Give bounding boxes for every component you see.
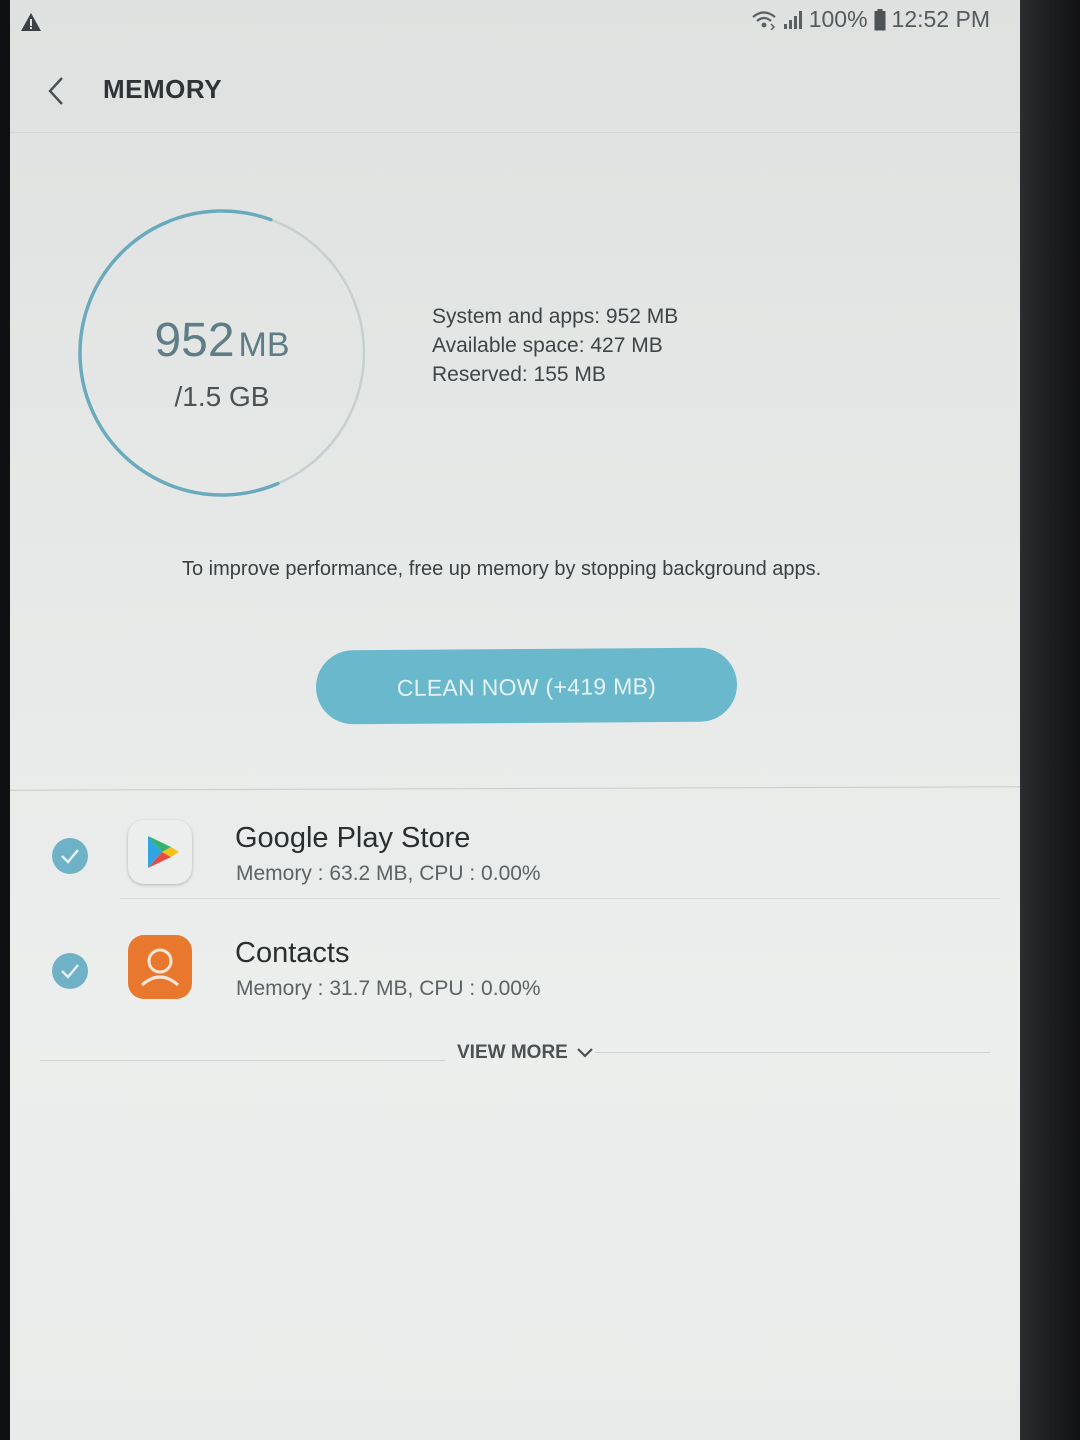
app-name: Contacts — [235, 937, 350, 969]
battery-icon — [874, 8, 886, 31]
app-usage: Memory : 31.7 MB, CPU : 0.00% — [236, 977, 541, 1000]
gauge-total: /1.5 GB — [174, 381, 270, 412]
view-more-button[interactable]: VIEW MORE — [457, 1042, 594, 1064]
warning-triangle-icon — [20, 12, 42, 32]
battery-percent: 100% — [808, 6, 868, 32]
app-usage: Memory : 63.2 MB, CPU : 0.00% — [236, 862, 541, 885]
back-button[interactable] — [40, 72, 76, 112]
checkmark-icon — [61, 849, 79, 864]
app-checkbox[interactable] — [52, 953, 88, 989]
row-divider — [120, 898, 1000, 899]
app-checkbox[interactable] — [52, 838, 88, 874]
checkmark-icon — [61, 964, 79, 979]
status-indicators: 100% 12:52 PM — [751, 6, 990, 33]
used-number: 952 — [154, 314, 235, 367]
status-bar: 100% 12:52 PM — [10, 0, 1020, 42]
view-more-line-left — [40, 1060, 445, 1061]
app-row-contacts[interactable]: Contacts Memory : 31.7 MB, CPU : 0.00% — [10, 915, 1020, 1025]
hint-text: To improve performance, free up memory b… — [182, 558, 822, 580]
chevron-down-icon — [577, 1048, 593, 1058]
clean-now-button[interactable]: CLEAN NOW (+419 MB) — [315, 647, 738, 725]
app-name: Google Play Store — [235, 822, 471, 854]
device-bezel-left — [0, 0, 10, 1440]
google-play-store-icon — [128, 820, 192, 884]
view-more-line-right — [595, 1052, 990, 1053]
chevron-left-icon — [48, 77, 63, 105]
memory-gauge: 952 MB /1.5 GB — [74, 205, 370, 501]
view-more-label: VIEW MORE — [457, 1042, 568, 1063]
stat-available-space: Available space: 427 MB — [432, 334, 663, 357]
memory-screen: 100% 12:52 PM MEMORY 952 MB /1.5 GB Syste… — [10, 0, 1020, 1440]
app-header: MEMORY — [10, 62, 1020, 133]
gauge-used-value: 952 MB — [74, 313, 370, 368]
wifi-icon — [751, 10, 777, 30]
memory-stats: System and apps: 952 MB Available space:… — [432, 302, 678, 389]
cell-signal-icon — [783, 10, 803, 30]
contacts-icon — [128, 935, 192, 999]
device-bezel-right — [1020, 0, 1080, 1440]
app-row-google-play-store[interactable]: Google Play Store Memory : 63.2 MB, CPU … — [10, 800, 1020, 910]
stat-system-and-apps: System and apps: 952 MB — [432, 305, 679, 328]
section-divider — [10, 786, 1020, 791]
stat-reserved: Reserved: 155 MB — [432, 363, 606, 386]
page-title: MEMORY — [103, 74, 223, 104]
clock: 12:52 PM — [891, 6, 990, 32]
used-unit: MB — [238, 326, 290, 364]
